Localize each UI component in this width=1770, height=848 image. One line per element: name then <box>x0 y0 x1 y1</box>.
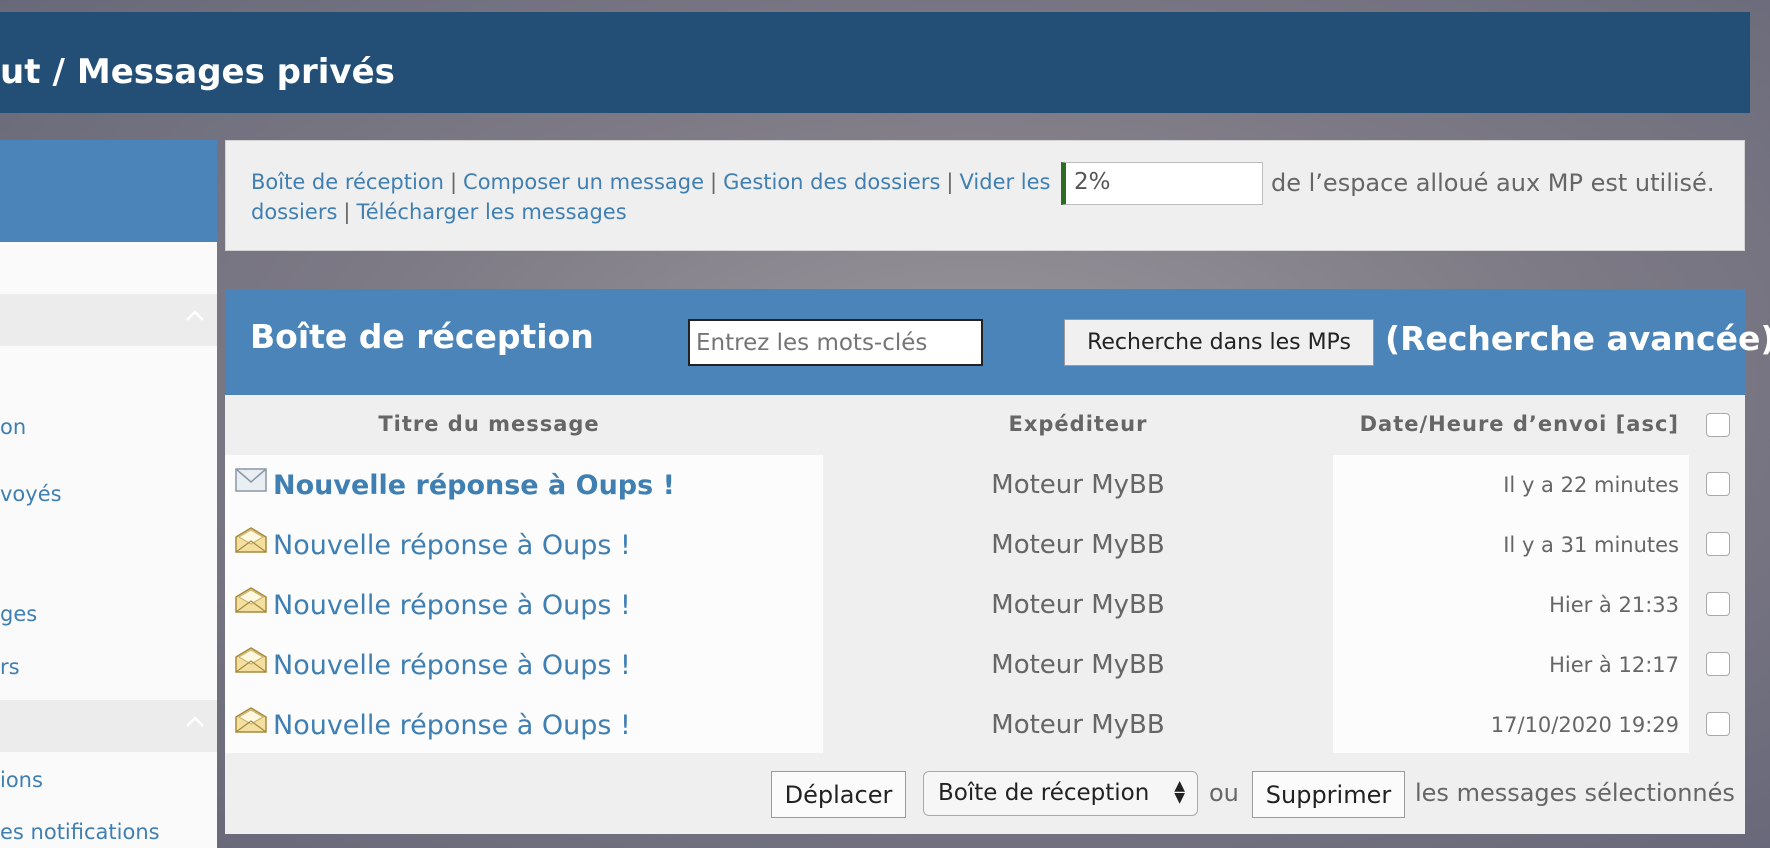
envelope-read-icon <box>235 527 267 553</box>
pm-navigation-panel: Boîte de réception | Composer un message | G… <box>225 140 1745 251</box>
envelope-read-icon <box>235 707 267 733</box>
or-text: ou <box>1209 779 1239 807</box>
sidebar-item-inbox[interactable]: on <box>0 415 26 439</box>
message-title-link[interactable]: Nouvelle réponse à Oups ! <box>273 710 631 741</box>
envelope-unread-icon <box>235 467 267 493</box>
message-date: 17/10/2020 19:29 <box>1490 713 1679 737</box>
envelope-read-icon <box>235 647 267 673</box>
envelope-read-icon <box>235 587 267 613</box>
move-button[interactable]: Déplacer <box>771 771 906 818</box>
message-select-checkbox[interactable] <box>1706 712 1730 736</box>
column-header-title[interactable]: Titre du message <box>225 412 753 436</box>
breadcrumb-current: Messages privés <box>76 52 395 92</box>
pm-nav-links: Boîte de réception | Composer un message | G… <box>251 170 1051 224</box>
table-row: Nouvelle réponse à Oups ! Moteur MyBB Il y… <box>225 455 1745 515</box>
column-header-date[interactable]: Date/Heure d’envoi [asc] <box>1360 412 1679 436</box>
message-title-link[interactable]: Nouvelle réponse à Oups ! <box>273 470 675 501</box>
message-title-link[interactable]: Nouvelle réponse à Oups ! <box>273 530 631 561</box>
inbox-actions-bar: Déplacer Boîte de réception ▲ ▼ ou Suppri… <box>225 753 1745 834</box>
chevron-up-icon[interactable] <box>185 308 204 326</box>
folder-select-value: Boîte de réception <box>938 780 1150 806</box>
nav-link-download-messages[interactable]: Télécharger les messages <box>356 200 626 224</box>
message-sender: Moteur MyBB <box>991 530 1165 560</box>
search-button[interactable]: Recherche dans les MPs <box>1064 319 1374 366</box>
message-sender: Moteur MyBB <box>991 710 1165 740</box>
select-all-checkbox[interactable] <box>1706 413 1730 437</box>
sidebar-header <box>0 140 217 242</box>
search-input[interactable] <box>688 319 983 366</box>
message-title-link[interactable]: Nouvelle réponse à Oups ! <box>273 650 631 681</box>
table-row: Nouvelle réponse à Oups ! Moteur MyBB Hier… <box>225 575 1745 635</box>
folder-select[interactable]: Boîte de réception ▲ ▼ <box>923 771 1198 816</box>
sidebar: on voyés ges rs ions es notifications <box>0 140 217 848</box>
sidebar-item-folders[interactable]: rs <box>0 655 20 679</box>
message-select-checkbox[interactable] <box>1706 472 1730 496</box>
table-header: Titre du message Expéditeur Date/Heure d… <box>225 395 1745 455</box>
nav-link-empty-folders-cont[interactable]: dossiers <box>251 200 337 224</box>
breadcrumb-parent-link[interactable]: ut <box>0 52 40 92</box>
column-header-sender[interactable]: Expéditeur <box>823 412 1333 436</box>
nav-link-manage-folders[interactable]: Gestion des dossiers <box>723 170 940 194</box>
page-header: ut / Messages privés <box>0 12 1750 113</box>
breadcrumb-separator: / <box>52 52 65 92</box>
nav-link-compose[interactable]: Composer un message <box>463 170 704 194</box>
message-date: Hier à 21:33 <box>1549 593 1679 617</box>
quota-usage-text: de l’espace alloué aux MP est utilisé. <box>1271 169 1715 197</box>
table-row: Nouvelle réponse à Oups ! Moteur MyBB Il y… <box>225 515 1745 575</box>
select-arrows-icon: ▲ ▼ <box>1174 778 1185 806</box>
message-select-checkbox[interactable] <box>1706 532 1730 556</box>
table-row: Nouvelle réponse à Oups ! Moteur MyBB Hier… <box>225 635 1745 695</box>
advanced-search-link[interactable]: (Recherche avancée) <box>1385 319 1770 358</box>
message-select-checkbox[interactable] <box>1706 592 1730 616</box>
message-select-checkbox[interactable] <box>1706 652 1730 676</box>
quota-usage-value: 2% <box>1074 169 1111 195</box>
sidebar-section-header-2[interactable] <box>0 700 217 752</box>
sidebar-item-messages[interactable]: ges <box>0 602 37 626</box>
message-date: Il y a 22 minutes <box>1503 473 1679 497</box>
message-sender: Moteur MyBB <box>991 590 1165 620</box>
quota-usage-bar: 2% <box>1061 162 1263 205</box>
sidebar-item-notifications[interactable]: ions <box>0 768 43 792</box>
message-date: Il y a 31 minutes <box>1503 533 1679 557</box>
message-sender: Moteur MyBB <box>991 470 1165 500</box>
sidebar-item-notification-settings[interactable]: es notifications <box>0 820 160 844</box>
delete-button[interactable]: Supprimer <box>1252 771 1405 818</box>
selected-messages-text: les messages sélectionnés <box>1415 779 1735 807</box>
message-sender: Moteur MyBB <box>991 650 1165 680</box>
inbox-panel-header: Boîte de réception Recherche dans les MP… <box>225 289 1770 395</box>
sidebar-section-header[interactable] <box>0 294 217 346</box>
sidebar-item-sent[interactable]: voyés <box>0 482 62 506</box>
nav-link-inbox[interactable]: Boîte de réception <box>251 170 444 194</box>
message-title-link[interactable]: Nouvelle réponse à Oups ! <box>273 590 631 621</box>
inbox-title: Boîte de réception <box>250 317 594 356</box>
message-date: Hier à 12:17 <box>1549 653 1679 677</box>
table-row: Nouvelle réponse à Oups ! Moteur MyBB 17/1… <box>225 695 1745 755</box>
inbox-panel: Boîte de réception Recherche dans les MP… <box>225 289 1770 834</box>
nav-link-empty-folders[interactable]: Vider les <box>960 170 1051 194</box>
breadcrumb: ut / Messages privés <box>0 52 395 92</box>
chevron-up-icon[interactable] <box>185 714 204 732</box>
